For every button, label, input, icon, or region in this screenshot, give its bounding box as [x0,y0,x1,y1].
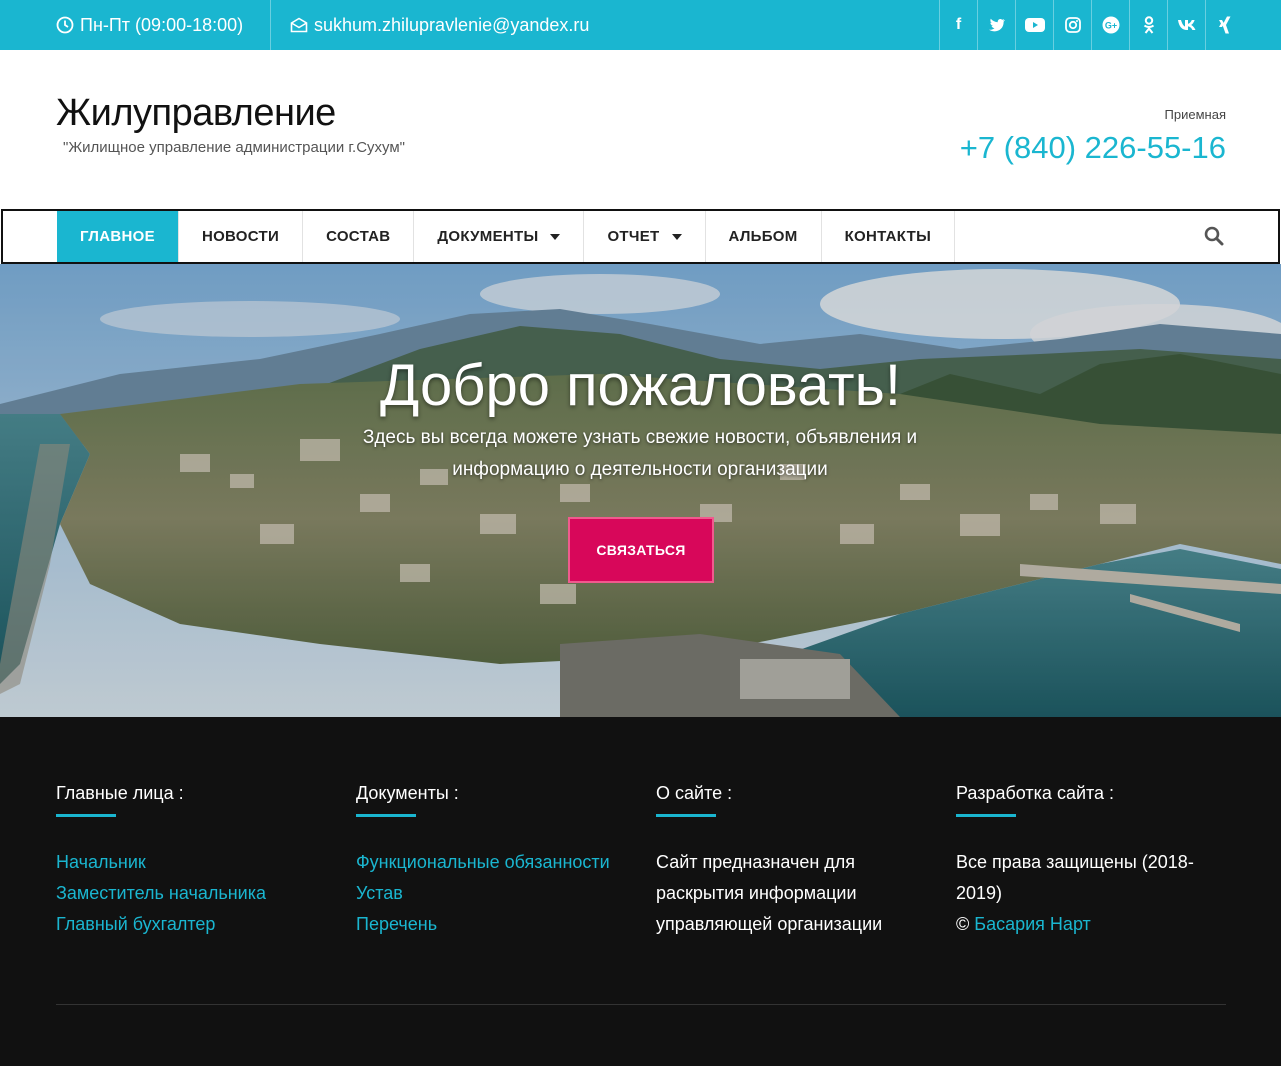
footer-heading: Главные лица : [56,783,184,803]
google-plus-icon[interactable]: G+ [1091,0,1129,50]
contact-button[interactable]: СВЯЗАТЬСЯ [568,517,714,583]
chevron-down-icon [671,233,682,240]
footer-divider [56,1004,1226,1005]
nav-item-label[interactable]: КОНТАКТЫ [845,228,931,245]
site-brand[interactable]: Жилуправление "Жилищное управление админ… [56,92,405,156]
copyright-symbol: © [956,914,970,934]
odnoklassniki-icon[interactable] [1129,0,1167,50]
footer-column-people: Главные лица : Начальник Заместитель нач… [56,783,336,940]
footer-heading: Разработка сайта : [956,783,1115,803]
nav-item-label[interactable]: ГЛАВНОЕ [80,228,155,245]
clock-icon [56,16,74,34]
chevron-down-icon [550,233,561,240]
hero-title: Добро пожаловать! [380,353,901,418]
hero-subtitle: Здесь вы всегда можете узнать свежие нов… [362,427,918,480]
main-navigation: ГЛАВНОЕ НОВОСТИ СОСТАВ ДОКУМЕНТЫ ОТЧЕТ А… [1,209,1280,264]
footer-heading: Документы : [356,783,459,803]
city-panorama-image [0,264,1281,717]
phone-number[interactable]: +7 (840) 226-55-16 [960,130,1226,166]
social-links: f G+ [939,0,1243,50]
about-text: Сайт предназначен для раскрытия информац… [656,852,883,934]
nav-item-staff[interactable]: СОСТАВ [303,211,415,262]
link-list[interactable]: Перечень [356,909,636,940]
vk-icon[interactable] [1167,0,1205,50]
instagram-icon[interactable] [1053,0,1091,50]
footer-heading: О сайте : [656,783,733,803]
heading-underline [956,814,1016,817]
footer-links: Начальник Заместитель начальника Главный… [56,847,336,940]
nav-item-label[interactable]: СОСТАВ [326,228,390,245]
envelope-icon [290,17,308,33]
youtube-icon[interactable] [1015,0,1053,50]
hero-banner: Добро пожаловать! Здесь вы всегда можете… [0,264,1281,717]
nav-item-documents[interactable]: ДОКУМЕНТЫ [414,211,585,262]
link-accountant[interactable]: Главный бухгалтер [56,909,336,940]
email-text[interactable]: sukhum.zhilupravlenie@yandex.ru [314,15,589,36]
email-link[interactable]: sukhum.zhilupravlenie@yandex.ru [290,0,589,50]
link-deputy[interactable]: Заместитель начальника [56,878,336,909]
svg-text:G+: G+ [1104,21,1116,31]
nav-item-home[interactable]: ГЛАВНОЕ [57,211,179,262]
nav-item-label[interactable]: АЛЬБОМ [729,228,798,245]
link-charter[interactable]: Устав [356,878,636,909]
nav-item-label[interactable]: НОВОСТИ [202,228,279,245]
author-link[interactable]: Басария Нарт [974,914,1091,934]
nav-item-news[interactable]: НОВОСТИ [179,211,304,262]
rights-text: Все права защищены (2018-2019) [956,852,1194,903]
search-icon[interactable] [1202,224,1226,248]
header-contact: Приемная +7 (840) 226-55-16 [960,107,1226,166]
footer-column-documents: Документы : Функциональные обязанности У… [356,783,636,940]
site-name[interactable]: Жилуправление [56,92,405,135]
link-duties[interactable]: Функциональные обязанности [356,847,636,878]
heading-underline [56,814,116,817]
facebook-icon[interactable]: f [939,0,977,50]
nav-item-contacts[interactable]: КОНТАКТЫ [822,211,956,262]
link-head[interactable]: Начальник [56,847,336,878]
twitter-icon[interactable] [977,0,1015,50]
copyright-text: Все права защищены (2018-2019) © Басария… [956,847,1211,940]
footer-column-development: Разработка сайта : Все права защищены (2… [956,783,1211,940]
working-hours-text: Пн-Пт (09:00-18:00) [80,14,244,35]
nav-item-label[interactable]: ОТЧЕТ [607,228,659,245]
xing-icon[interactable] [1205,0,1243,50]
footer: Главные лица : Начальник Заместитель нач… [0,717,1281,1066]
divider [270,0,271,50]
nav-item-album[interactable]: АЛЬБОМ [706,211,822,262]
top-bar: Пн-Пт (09:00-18:00) sukhum.zhilupravleni… [0,0,1281,50]
nav-item-label[interactable]: ДОКУМЕНТЫ [437,228,538,245]
heading-underline [356,814,416,817]
working-hours: Пн-Пт (09:00-18:00) [56,0,243,50]
nav-item-report[interactable]: ОТЧЕТ [584,211,706,262]
heading-underline [656,814,716,817]
site-tagline: "Жилищное управление администрации г.Сух… [63,139,405,156]
footer-column-about: О сайте : Сайт предназначен для раскрыти… [656,783,906,940]
footer-links: Функциональные обязанности Устав Перечен… [356,847,636,940]
contact-label: Приемная [1164,107,1226,122]
